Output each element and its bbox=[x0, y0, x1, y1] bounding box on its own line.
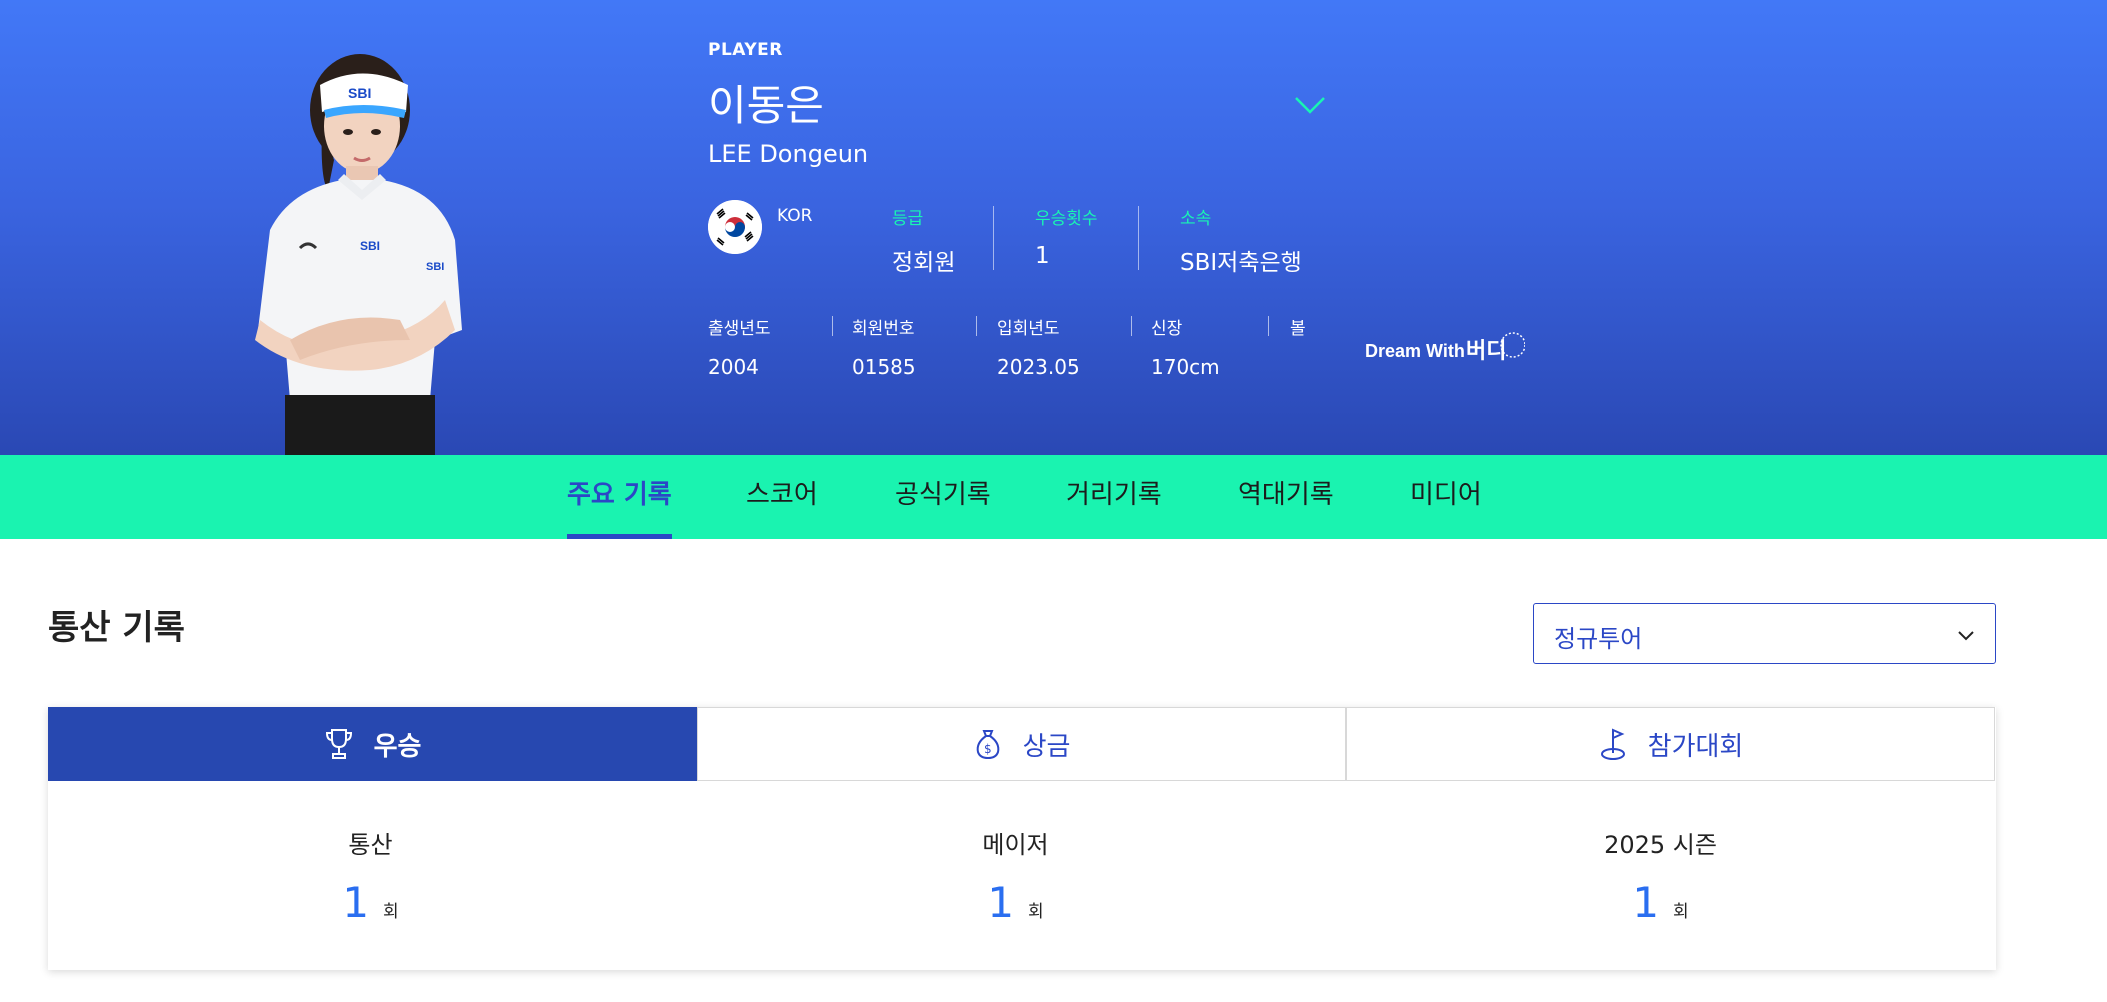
career-record-card: 우승 $ 상금 참가대회 통산 1회 메이저 1회 2025 시즌 1회 bbox=[48, 707, 1996, 970]
tab-tournaments[interactable]: 참가대회 bbox=[1346, 707, 1995, 781]
info-label: 회원번호 bbox=[852, 319, 915, 339]
stat-value-row: 1회 bbox=[1338, 878, 1983, 927]
player-name-korean: 이동은 bbox=[708, 81, 824, 130]
svg-text:$: $ bbox=[984, 742, 992, 756]
stat-season: 2025 시즌 1회 bbox=[1338, 825, 1983, 927]
info-birth-year: 출생년도 2004 bbox=[708, 314, 771, 379]
stat-number: 1 bbox=[342, 878, 370, 927]
svg-text:SBI: SBI bbox=[426, 261, 444, 273]
tour-select-value: 정규투어 bbox=[1554, 625, 1643, 653]
tab-score[interactable]: 스코어 bbox=[746, 455, 818, 539]
info-value: 2023.05 bbox=[997, 355, 1080, 379]
info-label: 신장 bbox=[1151, 319, 1183, 339]
info-value: 01585 bbox=[852, 355, 916, 379]
info-label: 출생년도 bbox=[708, 319, 771, 339]
player-tag: PLAYER bbox=[708, 40, 783, 60]
info-height: 신장 170cm bbox=[1151, 314, 1220, 379]
svg-text:SBI: SBI bbox=[348, 85, 371, 101]
korea-flag-icon bbox=[708, 200, 762, 254]
stat-label: 2025 시즌 bbox=[1604, 831, 1717, 859]
tab-prize-money[interactable]: $ 상금 bbox=[697, 707, 1346, 781]
stat-value-row: 1회 bbox=[48, 878, 693, 927]
tab-history-records[interactable]: 역대기록 bbox=[1238, 455, 1334, 539]
info-ball: 볼 bbox=[1290, 314, 1306, 355]
attribute-label: 등급 bbox=[892, 209, 924, 229]
info-label: 입회년도 bbox=[997, 319, 1060, 339]
stat-major: 메이저 1회 bbox=[693, 825, 1338, 927]
money-bag-icon: $ bbox=[976, 730, 999, 760]
divider bbox=[976, 316, 977, 336]
stat-number: 1 bbox=[987, 878, 1015, 927]
info-value: 2004 bbox=[708, 355, 759, 379]
tab-main-records[interactable]: 주요 기록 bbox=[567, 455, 672, 539]
divider bbox=[1138, 206, 1139, 270]
player-name-english: LEE Dongeun bbox=[708, 140, 869, 168]
svg-text:버디: 버디 bbox=[1466, 339, 1506, 364]
attribute-wins: 우승횟수 1 bbox=[1035, 204, 1098, 269]
attribute-label: 우승횟수 bbox=[1035, 209, 1098, 229]
tab-media[interactable]: 미디어 bbox=[1410, 455, 1482, 539]
stat-value-row: 1회 bbox=[693, 878, 1338, 927]
stat-career-total: 통산 1회 bbox=[48, 825, 693, 927]
tab-label: 참가대회 bbox=[1647, 731, 1744, 762]
attribute-label: 소속 bbox=[1180, 209, 1212, 229]
tab-distance-records[interactable]: 거리기록 bbox=[1066, 455, 1162, 539]
info-join-date: 입회년도 2023.05 bbox=[997, 314, 1080, 379]
player-tab-nav: 주요 기록 스코어 공식기록 거리기록 역대기록 미디어 bbox=[0, 455, 2107, 539]
stat-unit: 회 bbox=[1673, 902, 1689, 922]
stat-label: 메이저 bbox=[982, 831, 1049, 859]
divider bbox=[1131, 316, 1132, 336]
tab-label: 우승 bbox=[373, 731, 422, 762]
player-photo: SBI SBI SBI bbox=[255, 54, 462, 455]
tab-label: 상금 bbox=[1022, 731, 1071, 762]
nationality-code: KOR bbox=[777, 206, 813, 226]
chevron-down-icon[interactable] bbox=[1290, 88, 1330, 124]
stat-number: 1 bbox=[1632, 878, 1660, 927]
tab-official-records[interactable]: 공식기록 bbox=[895, 455, 991, 539]
info-member-number: 회원번호 01585 bbox=[852, 314, 916, 379]
attribute-grade: 등급 정회원 bbox=[892, 204, 955, 277]
divider bbox=[1268, 316, 1269, 336]
attribute-affiliation: 소속 SBI저축은행 bbox=[1180, 204, 1302, 277]
svg-text:Dream With: Dream With bbox=[1365, 341, 1465, 361]
info-label: 볼 bbox=[1290, 319, 1306, 339]
svg-text:SBI: SBI bbox=[360, 239, 380, 253]
golf-flag-icon bbox=[1600, 728, 1625, 760]
tab-wins[interactable]: 우승 bbox=[48, 707, 697, 781]
attribute-value: 1 bbox=[1035, 243, 1050, 269]
player-hero: SBI SBI SBI PLAYER 이동은 LEE Dongeun KOR 등… bbox=[0, 0, 2107, 455]
attribute-value: SBI저축은행 bbox=[1180, 250, 1302, 276]
stat-label: 통산 bbox=[348, 831, 393, 859]
section-title: 통산 기록 bbox=[48, 608, 185, 648]
divider bbox=[993, 206, 994, 270]
attribute-value: 정회원 bbox=[892, 250, 956, 276]
stat-unit: 회 bbox=[383, 902, 399, 922]
info-value: 170cm bbox=[1151, 355, 1220, 379]
stat-unit: 회 bbox=[1028, 902, 1044, 922]
dream-with-birdie-logo: Dream With 버디 bbox=[1365, 332, 1525, 364]
chevron-down-icon bbox=[1958, 631, 1974, 641]
divider bbox=[832, 316, 833, 336]
tour-select[interactable]: 정규투어 bbox=[1533, 603, 1996, 664]
trophy-icon bbox=[325, 729, 352, 759]
